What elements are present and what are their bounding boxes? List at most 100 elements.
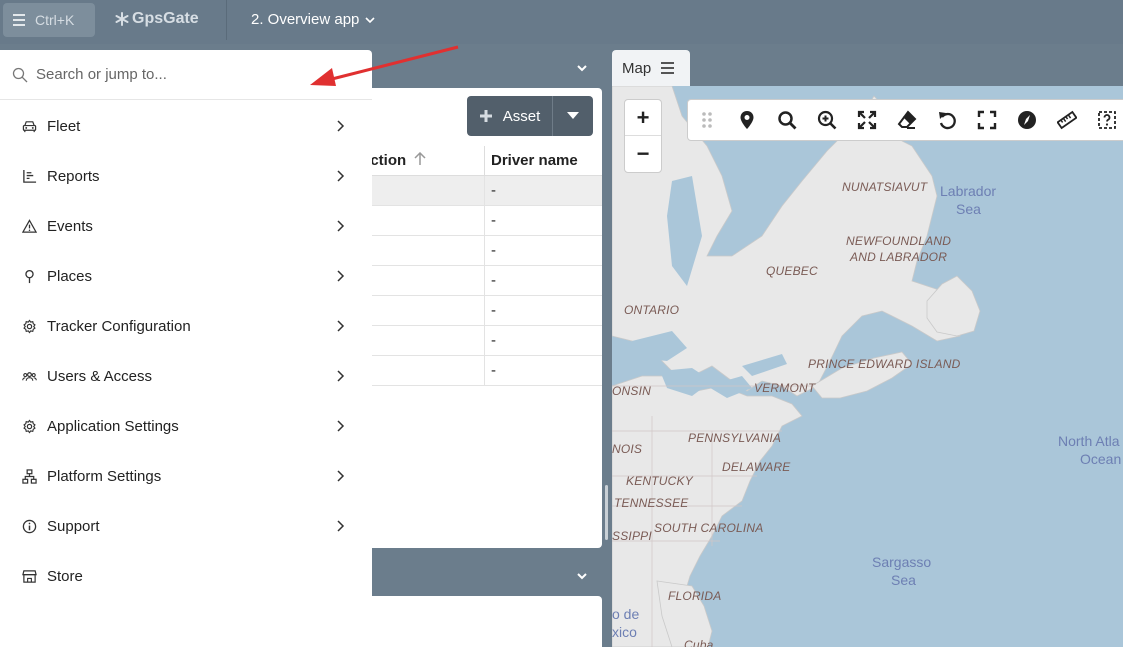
zoom-in-button[interactable]: + [625,100,661,136]
logo-star-icon [115,12,129,26]
chevron-right-icon [337,520,345,532]
nav-item-label: Places [47,267,93,285]
driver-cell: - [491,272,496,289]
warning-icon [21,218,37,234]
table-row[interactable]: - [352,356,602,386]
menu-button[interactable]: Ctrl+K [3,3,95,37]
drag-handle-icon[interactable] [696,109,718,131]
chevron-right-icon [337,220,345,232]
info-icon [21,518,37,534]
nav-item-support[interactable]: Support [0,501,372,551]
map-label: VERMONT [754,381,816,395]
nav-item-users-access[interactable]: Users & Access [0,351,372,401]
map-label: DELAWARE [722,460,791,474]
bar-chart-icon [21,168,37,184]
asset-dropdown-button[interactable] [553,96,593,136]
nav-item-tracker-configuration[interactable]: Tracker Configuration [0,301,372,351]
chevron-down-icon [365,16,375,23]
nav-item-reports[interactable]: Reports [0,151,372,201]
zoom-in-icon[interactable] [816,109,838,131]
zoom-out-button[interactable]: − [625,136,661,172]
chevron-right-icon [337,270,345,282]
chevron-right-icon [337,370,345,382]
top-bar: Ctrl+K GpsGate 2. Overview app [0,0,1123,44]
table-row[interactable]: - [352,296,602,326]
help-select-icon[interactable] [1096,109,1118,131]
driver-cell: - [491,302,496,319]
driver-cell: - [491,242,496,259]
pin-icon [21,268,37,284]
nav-item-platform-settings[interactable]: Platform Settings [0,451,372,501]
map-label: SOUTH CAROLINA [654,521,764,535]
collapse-chevron-icon[interactable] [576,62,588,74]
table-row[interactable]: - [352,236,602,266]
search-input[interactable] [36,66,316,83]
zoom-control: + − [624,99,662,173]
menu-shortcut-label: Ctrl+K [35,12,75,28]
nav-item-label: Support [47,517,100,535]
map-label: FLORIDA [668,589,722,603]
map-label: NEWFOUNDLAND [846,234,952,248]
logo[interactable]: GpsGate [115,10,199,28]
users-icon [21,368,37,384]
tab-map[interactable]: Map [612,50,690,86]
search-icon[interactable] [776,109,798,131]
collapse-chevron-icon[interactable] [576,570,588,582]
nav-item-places[interactable]: Places [0,251,372,301]
nav-item-fleet[interactable]: Fleet [0,101,372,151]
ruler-icon[interactable] [1056,109,1078,131]
sea-label: Sea [891,572,916,588]
nav-item-label: Tracker Configuration [47,317,191,335]
annotation-arrow-icon [310,45,459,86]
table-row[interactable]: - [352,176,602,206]
map-view[interactable]: NUNATSIAVUT NEWFOUNDLAND AND LABRADOR QU… [612,86,1123,647]
sea-label: Labrador [940,183,997,199]
nav-item-label: Application Settings [47,417,179,435]
panel-resize-handle[interactable] [605,485,608,540]
app-selector[interactable]: 2. Overview app [251,11,375,28]
nav-item-label: Fleet [47,117,81,135]
map-label: TENNESSEE [614,496,689,510]
fullscreen-icon[interactable] [976,109,998,131]
map-label: ONTARIO [624,303,680,317]
asset-button-label: Asset [502,107,541,125]
map-label: NOIS [612,442,643,456]
chevron-right-icon [337,120,345,132]
nav-item-store[interactable]: Store [0,551,372,601]
driver-cell: - [491,212,496,229]
store-icon [21,568,37,584]
gear-icon [21,318,37,334]
app-title: 2. Overview app [251,11,360,28]
map-label: NUNATSIAVUT [842,180,928,194]
navigation-menu: Fleet Reports Events Places Tracker Conf… [0,50,372,647]
sea-label: Sargasso [872,554,932,570]
nav-item-events[interactable]: Events [0,201,372,251]
table-row[interactable]: - [352,266,602,296]
sea-label: xico [612,624,637,640]
location-pin-icon[interactable] [736,109,758,131]
chevron-right-icon [337,170,345,182]
map-label: QUEBEC [766,264,818,278]
chevron-right-icon [337,320,345,332]
driver-cell: - [491,182,496,199]
add-asset-button[interactable]: Asset [467,96,593,136]
hamburger-icon[interactable] [661,62,675,74]
second-panel [352,596,602,647]
column-header-driver[interactable]: Driver name [485,146,602,175]
undo-icon[interactable] [936,109,958,131]
map-label: PENNSYLVANIA [688,431,782,445]
table-row[interactable]: - [352,206,602,236]
sort-ascending-icon [414,152,426,165]
expand-icon[interactable] [856,109,878,131]
nav-item-label: Reports [47,167,100,185]
sea-label: North Atla [1058,433,1120,449]
hierarchy-icon [21,468,37,484]
nav-item-application-settings[interactable]: Application Settings [0,401,372,451]
table-row[interactable]: - [352,326,602,356]
eraser-icon[interactable] [896,109,918,131]
compass-icon[interactable] [1016,109,1038,131]
chevron-right-icon [337,470,345,482]
map-label: KENTUCKY [626,474,693,488]
table-header: ection Driver name [352,146,602,176]
nav-item-label: Platform Settings [47,467,162,485]
